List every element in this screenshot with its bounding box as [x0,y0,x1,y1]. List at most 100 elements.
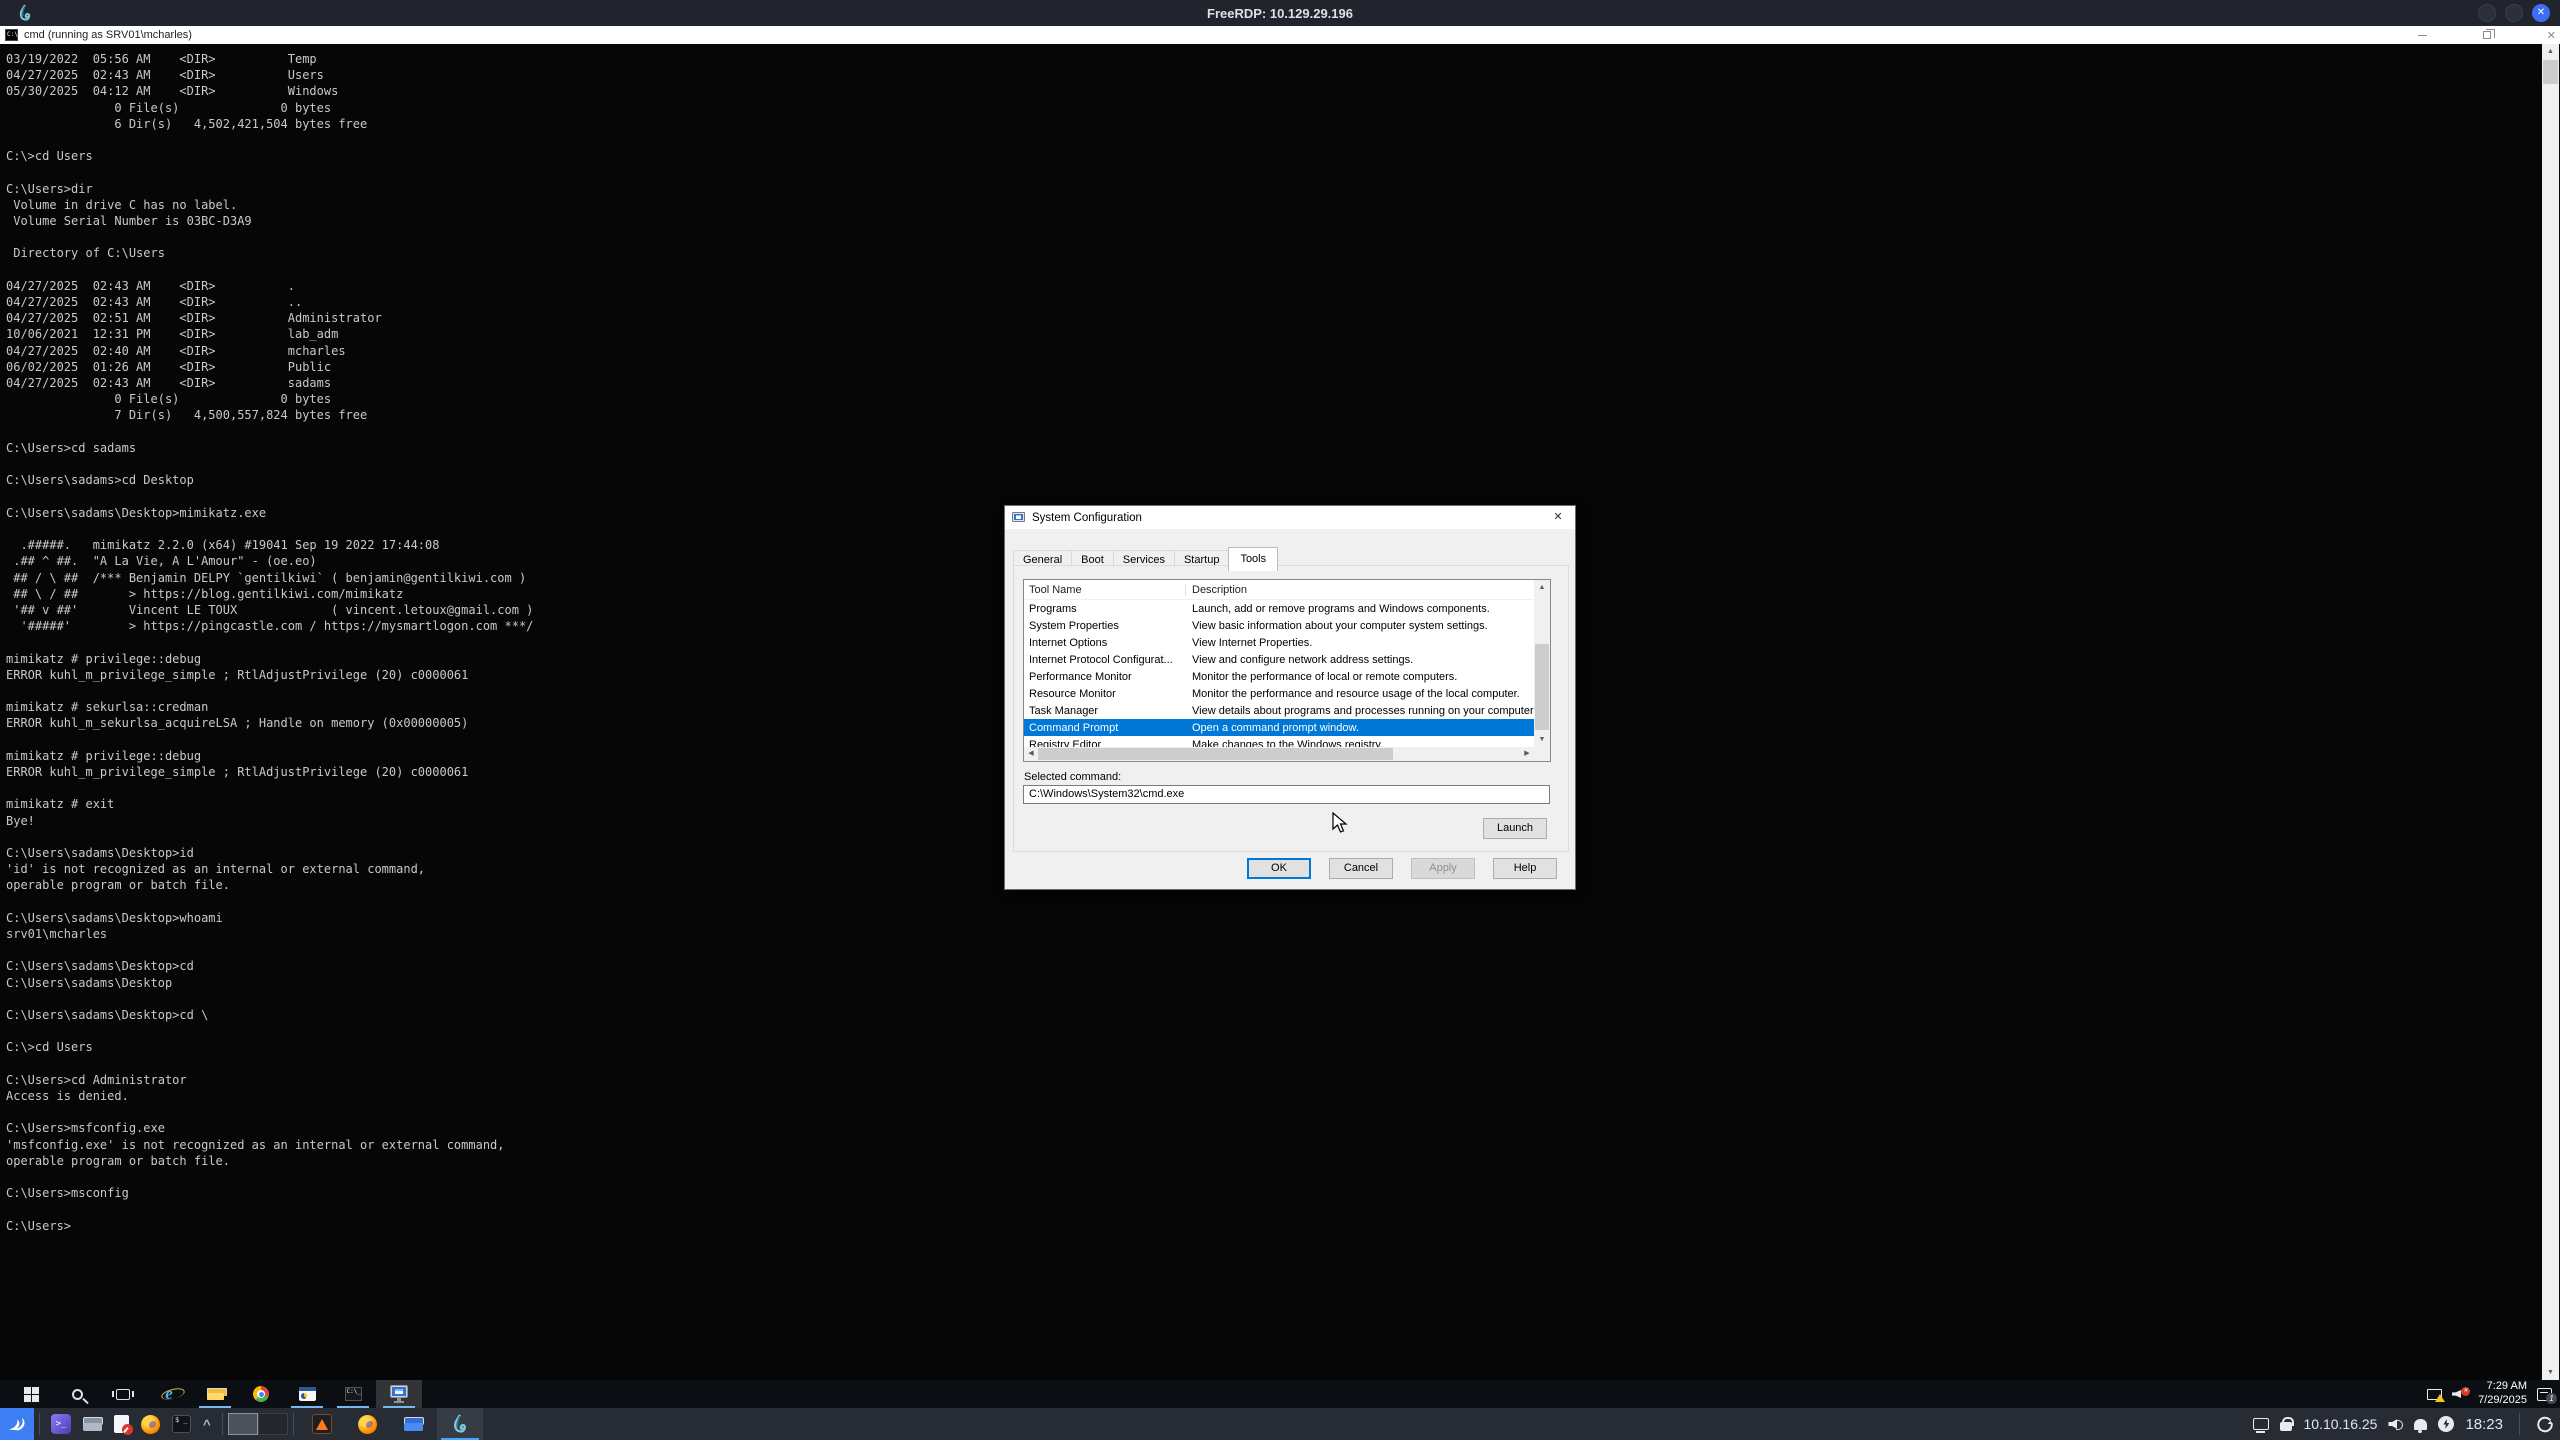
command-prompt-button[interactable]: C:\_ [330,1380,376,1408]
windows-start-icon [24,1387,39,1402]
tools-list-rows: Programs Launch, add or remove programs … [1024,600,1534,747]
system-configuration-button[interactable] [376,1380,422,1408]
kali-menu-button[interactable] [0,1408,34,1440]
vpn-lock-icon[interactable] [2280,1422,2292,1431]
terminal-launcher[interactable]: $ _ [166,1408,197,1440]
selected-command-label: Selected command: [1024,771,1121,783]
scroll-down-icon[interactable]: ▼ [2542,1365,2559,1380]
kali-taskbar: >_ $ _ ^ 10.10.16.25 18:23 [0,1408,2560,1440]
cmd-window-titlebar[interactable]: C:\ cmd (running as SRV01\mcharles) ✕ [0,26,2560,44]
panel-caret-button[interactable]: ^ [197,1408,217,1440]
internet-explorer-button[interactable]: e [146,1380,192,1408]
network-warning-icon[interactable] [2427,1389,2442,1400]
window-button-app-a[interactable] [299,1408,345,1440]
task-view-button[interactable] [100,1380,146,1408]
tools-list-row[interactable]: Resource Monitor Monitor the performance… [1024,685,1534,702]
ethernet-icon[interactable] [2253,1418,2269,1430]
ok-button[interactable]: OK [1247,858,1311,879]
cmd-window-icon: C:\ [5,29,18,41]
logout-icon[interactable] [2536,1415,2554,1433]
panel-separator [222,1413,223,1435]
notification-center-icon[interactable]: 1 [2537,1388,2552,1401]
search-icon [72,1389,83,1400]
tools-list-row[interactable]: Internet Protocol Configurat... View and… [1024,651,1534,668]
scroll-left-icon[interactable]: ◀ [1024,747,1038,761]
file-manager-launcher[interactable] [77,1408,108,1440]
chrome-button[interactable] [238,1380,284,1408]
workspace-2[interactable] [258,1413,288,1435]
workspace-1[interactable] [228,1413,258,1435]
volume-icon[interactable] [2388,1418,2403,1430]
internet-explorer-icon: e [165,1384,173,1404]
text-editor-launcher[interactable] [108,1408,135,1440]
tools-list-row[interactable]: Command Prompt Open a command prompt win… [1024,719,1534,736]
panel-separator [39,1413,40,1435]
volume-muted-icon[interactable]: ✕ [2452,1388,2468,1400]
firefox-icon [141,1415,160,1434]
scroll-up-icon[interactable]: ▲ [2542,44,2559,59]
dialog-close-button[interactable]: ✕ [1550,509,1566,525]
taskbar-search-button[interactable] [54,1380,100,1408]
chevron-up-icon: ^ [203,1417,211,1432]
system-configuration-dialog: System Configuration ✕ GeneralBootServic… [1004,505,1576,890]
bell-icon[interactable] [2414,1419,2427,1430]
kali-clock[interactable]: 18:23 [2465,1416,2503,1433]
column-tool-name[interactable]: Tool Name [1024,584,1186,596]
scroll-up-icon[interactable]: ▲ [1534,580,1550,595]
tools-list-row[interactable]: Programs Launch, add or remove programs … [1024,600,1534,617]
text-editor-icon [114,1415,129,1433]
wm-close-button[interactable]: ✕ [2532,4,2550,22]
cmd-restore-button[interactable] [2483,31,2491,39]
firefox-launcher[interactable] [135,1408,166,1440]
panel-separator [2519,1413,2520,1435]
wm-maximize-button[interactable] [2505,4,2523,22]
tools-list-row[interactable]: Performance Monitor Monitor the performa… [1024,668,1534,685]
windows-taskbar: e C:\_ ✕ 7:29 AM 7/29/2025 1 [0,1380,2560,1408]
terminal-icon: $ _ [172,1415,191,1433]
folder-icon [404,1417,423,1431]
start-button[interactable] [8,1380,54,1408]
wm-minimize-button[interactable] [2478,4,2496,22]
tools-list-row[interactable]: Registry Editor Make changes to the Wind… [1024,736,1534,747]
terminal-scrollbar-thumb[interactable] [2543,60,2558,84]
hscrollbar-thumb[interactable] [1038,748,1393,760]
chrome-icon [253,1386,269,1402]
window-button-firefox[interactable] [345,1408,391,1440]
cancel-button[interactable]: Cancel [1329,858,1393,879]
freerdp-session-screen: FreeRDP: 10.129.29.196 ✕ C:\ cmd (runnin… [0,0,2560,1440]
scroll-down-icon[interactable]: ▼ [1534,732,1550,747]
tools-list-row[interactable]: System Properties View basic information… [1024,617,1534,634]
cmd-minimize-button[interactable] [2418,35,2427,36]
vpn-ip-address[interactable]: 10.10.16.25 [2303,1416,2377,1432]
windows-date: 7/29/2025 [2478,1394,2527,1408]
dialog-titlebar[interactable]: System Configuration ✕ [1005,506,1575,529]
launch-button[interactable]: Launch [1483,818,1547,839]
power-manager-icon[interactable] [2438,1416,2454,1432]
system-configuration-icon [389,1385,409,1403]
column-description[interactable]: Description [1186,584,1550,596]
window-button-file-manager[interactable] [391,1408,437,1440]
system-info-button[interactable] [284,1380,330,1408]
help-button[interactable]: Help [1493,858,1557,879]
vscrollbar-thumb[interactable] [1535,644,1549,730]
orange-a-app-icon [312,1414,332,1434]
qterminal-launcher[interactable]: >_ [45,1408,77,1440]
tools-list-row[interactable]: Internet Options View Internet Propertie… [1024,634,1534,651]
mouse-cursor [1332,812,1352,836]
tools-list-vscrollbar[interactable]: ▲ ▼ [1534,580,1550,747]
notification-badge: 1 [2546,1393,2557,1404]
tools-list-hscrollbar[interactable]: ◀ ▶ [1024,747,1534,761]
windows-clock[interactable]: 7:29 AM 7/29/2025 [2478,1380,2527,1408]
tools-list-row[interactable]: Task Manager View details about programs… [1024,702,1534,719]
tools-list-header[interactable]: Tool Name Description [1024,580,1550,600]
terminal-scrollbar[interactable]: ▲ ▼ [2542,44,2559,1380]
window-button-freerdp[interactable] [437,1408,483,1440]
cmd-close-button[interactable]: ✕ [2547,29,2556,42]
selected-command-input[interactable]: C:\Windows\System32\cmd.exe [1023,785,1550,804]
file-explorer-button[interactable] [192,1380,238,1408]
scroll-right-icon[interactable]: ▶ [1520,747,1534,761]
dialog-tab[interactable]: Tools [1228,547,1278,571]
command-prompt-icon: C:\_ [345,1387,362,1401]
system-info-icon [299,1387,316,1401]
scrollbar-corner [1534,747,1550,761]
